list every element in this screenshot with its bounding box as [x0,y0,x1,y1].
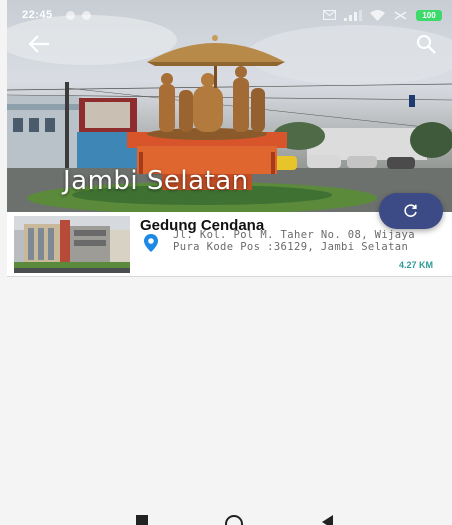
refresh-button[interactable] [379,193,443,229]
status-time: 22:45 [22,9,53,21]
system-nav-bar [7,506,452,525]
location-pin-icon [144,234,158,252]
place-thumbnail [14,216,130,273]
search-button[interactable] [414,32,438,56]
notification-dot-icon [66,11,75,20]
refresh-icon [404,204,417,217]
page-title: Jambi Selatan [63,166,249,196]
mail-icon [323,10,336,20]
building-photo [14,216,130,273]
back-button[interactable] [27,33,51,55]
wifi-icon [370,9,385,21]
status-icons: 100 [323,8,442,22]
status-bar: 22:45 100 [7,0,452,24]
recents-icon[interactable] [136,515,148,525]
search-icon [417,35,436,54]
home-icon[interactable] [225,515,243,525]
arrow-left-icon [28,35,49,53]
signal-icon [344,9,362,21]
back-icon[interactable] [322,515,333,525]
place-address: Jl. Kol. Pol M. Taher No. 08, Wijaya Pur… [173,229,415,253]
battery-icon: 100 [416,9,442,21]
place-distance: 4.27 KM [398,260,433,270]
notification-dot-icon [82,11,91,20]
bluetooth-icon [394,10,407,20]
screen: 22:45 100 Jambi Selatan Gedung Cendana J… [0,0,452,525]
